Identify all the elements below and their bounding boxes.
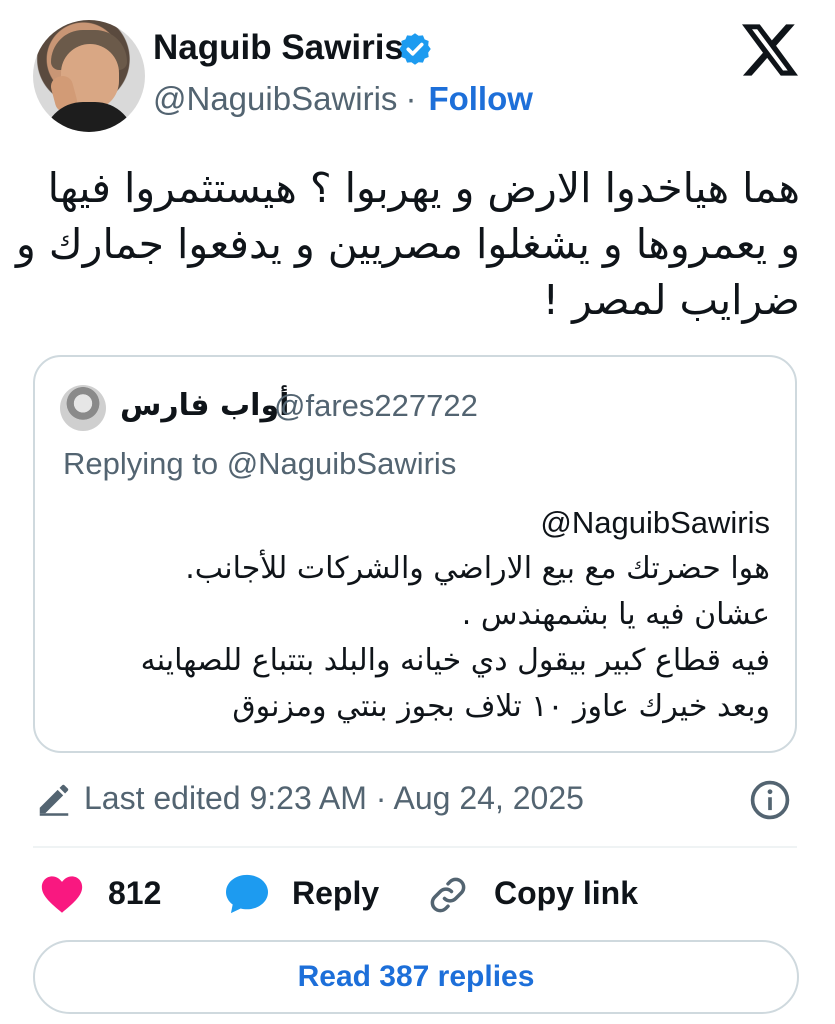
author-name[interactable]: Naguib Sawiris <box>153 28 404 68</box>
chat-bubble-icon[interactable] <box>224 873 270 915</box>
quoted-author-handle[interactable]: @fares227722 <box>274 388 478 424</box>
quoted-author-avatar[interactable] <box>60 385 106 431</box>
tweet-text: هما هياخدوا الارض و يهربوا ؟ هيستثمروا ف… <box>16 160 800 328</box>
quoted-line: وبعد خيرك عاوز ١٠ تلاف بجوز بنتي ومزنوق <box>232 689 770 724</box>
copy-link-button[interactable]: Copy link <box>494 875 638 912</box>
x-logo-icon[interactable] <box>742 24 798 76</box>
like-count[interactable]: 812 <box>108 875 161 912</box>
info-icon[interactable] <box>748 778 792 822</box>
quoted-tweet-text: @NaguibSawiris هوا حضرتك مع بيع الاراضي … <box>60 500 770 730</box>
divider <box>33 846 797 848</box>
tweet-line: و يعمروها و يشغلوا مصريين و يدفعوا جمارك… <box>16 220 800 268</box>
quoted-mention[interactable]: @NaguibSawiris <box>60 500 770 546</box>
author-avatar[interactable] <box>33 20 145 132</box>
heart-icon[interactable] <box>40 873 84 915</box>
read-replies-button[interactable]: Read 387 replies <box>33 940 799 1014</box>
tweet-line: ضرايب لمصر ! <box>542 276 800 324</box>
reply-button[interactable]: Reply <box>292 875 379 912</box>
tweet-line: هما هياخدوا الارض و يهربوا ؟ هيستثمروا ف… <box>47 164 800 212</box>
follow-button[interactable]: Follow <box>428 80 532 118</box>
author-handle-row: @NaguibSawiris · Follow <box>153 80 533 118</box>
separator-dot: · <box>405 80 417 117</box>
quoted-line: عشان فيه يا بشمهندس . <box>461 597 770 632</box>
author-handle[interactable]: @NaguibSawiris <box>153 80 397 118</box>
pencil-icon <box>39 784 69 816</box>
quoted-author-name[interactable]: أواب فارس <box>120 388 289 423</box>
quoted-line: فيه قطاع كبير بيقول دي خيانه والبلد بتتب… <box>140 643 770 678</box>
quoted-line: هوا حضرتك مع بيع الاراضي والشركات للأجان… <box>185 551 770 586</box>
link-icon[interactable] <box>426 874 470 916</box>
edited-timestamp[interactable]: Last edited 9:23 AM · Aug 24, 2025 <box>84 780 584 817</box>
replying-to-label: Replying to @NaguibSawiris <box>63 446 457 481</box>
verified-badge-icon <box>399 33 431 65</box>
